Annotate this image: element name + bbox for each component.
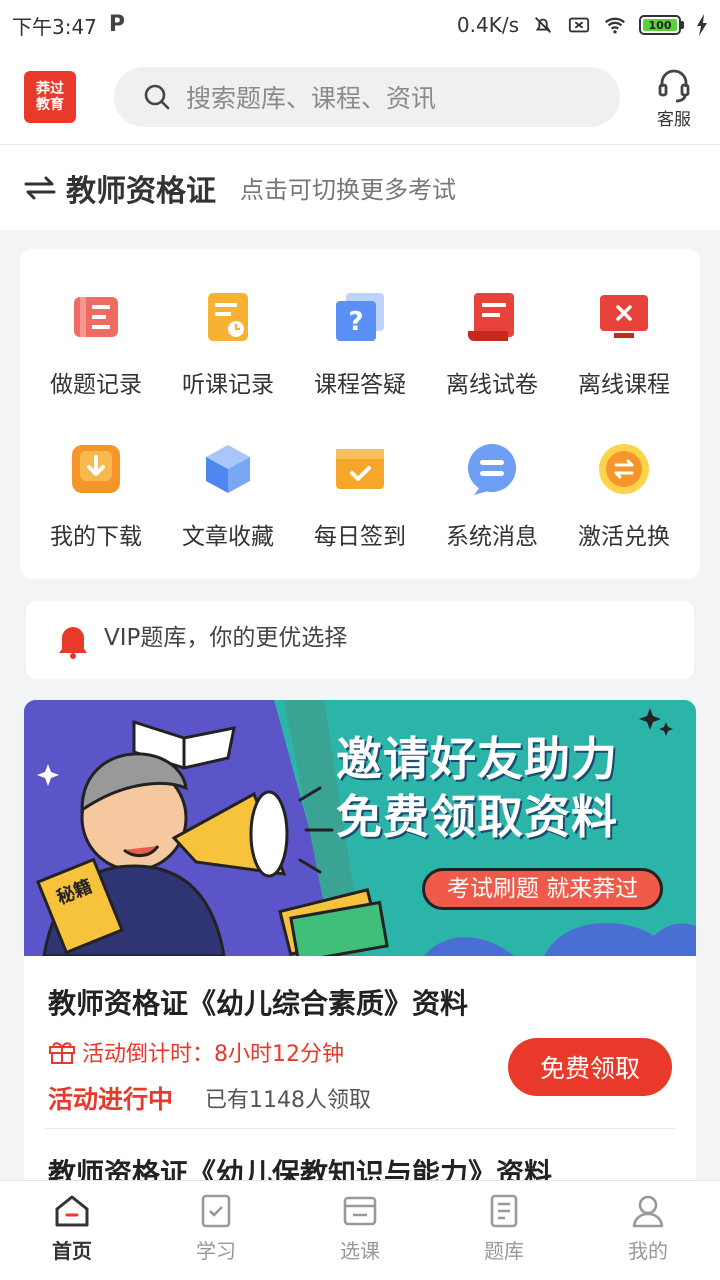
tab-courses[interactable]: 选课 bbox=[288, 1181, 432, 1280]
app-header: 莽过 教育 搜索题库、课程、资讯 客服 bbox=[0, 50, 720, 144]
feature-grid: 做题记录 听课记录 ? 课程答疑 离线试卷 离线课程 我的下载 文章收藏 每日签… bbox=[20, 249, 700, 579]
download-icon bbox=[72, 445, 120, 493]
grid-item-download[interactable]: 我的下载 bbox=[30, 425, 162, 577]
grid-item-activate-exchange[interactable]: 激活兑换 bbox=[558, 425, 690, 577]
wifi-icon bbox=[605, 17, 625, 34]
activity-card: 秘籍 邀请好友助力 免费领取资料 考试刷题 就来莽过 教师资格证《幼儿综合素质》… bbox=[24, 700, 696, 1260]
search-placeholder: 搜索题库、课程、资讯 bbox=[186, 84, 437, 113]
grid-item-offline-paper[interactable]: 离线试卷 bbox=[426, 273, 558, 425]
search-icon bbox=[144, 84, 170, 110]
claimed-count: 已有1148人领取 bbox=[205, 1088, 372, 1113]
grid-item-offline-course[interactable]: 离线课程 bbox=[558, 273, 690, 425]
promo-banner[interactable]: 秘籍 邀请好友助力 免费领取资料 考试刷题 就来莽过 bbox=[24, 700, 696, 956]
offline-paper-icon bbox=[468, 293, 514, 341]
study-icon bbox=[201, 1194, 231, 1228]
bell-icon bbox=[59, 627, 87, 659]
lecture-record-icon bbox=[208, 293, 248, 341]
banner-slogan: 考试刷题 就来莽过 bbox=[422, 868, 664, 910]
question-bank-icon bbox=[490, 1194, 518, 1228]
gift-icon bbox=[49, 1042, 75, 1064]
grid-item-lecture-record[interactable]: 听课记录 bbox=[162, 273, 294, 425]
banner-title: 邀请好友助力 免费领取资料 bbox=[336, 732, 618, 844]
tab-home[interactable]: 首页 bbox=[0, 1181, 144, 1280]
tab-study[interactable]: 学习 bbox=[144, 1181, 288, 1280]
daily-checkin-icon bbox=[336, 449, 384, 489]
bottom-tab-bar: 首页 学习 选课 题库 我的 bbox=[0, 1180, 720, 1280]
divider bbox=[44, 1128, 676, 1129]
tab-mine[interactable]: 我的 bbox=[576, 1181, 720, 1280]
sim-off-icon bbox=[568, 17, 590, 33]
system-message-icon bbox=[468, 444, 516, 495]
countdown-value: 8小时12分钟 bbox=[214, 1042, 345, 1067]
svg-text:?: ? bbox=[348, 307, 363, 337]
courses-icon bbox=[343, 1196, 377, 1226]
network-speed: 0.4K/s bbox=[456, 13, 519, 37]
customer-service-button[interactable]: 客服 bbox=[654, 65, 694, 130]
tab-question-bank[interactable]: 题库 bbox=[432, 1181, 576, 1280]
activate-exchange-icon bbox=[599, 444, 649, 494]
grid-item-favorite-articles[interactable]: 文章收藏 bbox=[162, 425, 294, 577]
app-logo: 莽过 教育 bbox=[24, 71, 76, 123]
grid-item-course-qa[interactable]: ? 课程答疑 bbox=[294, 273, 426, 425]
parking-app-icon: P bbox=[108, 12, 126, 37]
battery-level: 100 bbox=[643, 19, 677, 32]
vip-notice-text: VIP题库，你的更优选择 bbox=[104, 625, 348, 651]
countdown-label: 活动倒计时： bbox=[82, 1042, 215, 1067]
exercise-record-icon bbox=[74, 297, 118, 337]
status-time: 下午3:47 bbox=[12, 14, 97, 39]
free-claim-button[interactable]: 免费领取 bbox=[508, 1038, 672, 1096]
profile-icon bbox=[632, 1195, 664, 1228]
grid-item-exercise-record[interactable]: 做题记录 bbox=[30, 273, 162, 425]
exam-hint: 点击可切换更多考试 bbox=[240, 176, 456, 204]
grid-item-system-message[interactable]: 系统消息 bbox=[426, 425, 558, 577]
course-qa-icon: ? bbox=[336, 293, 384, 341]
activity-title: 教师资格证《幼儿综合素质》资料 bbox=[48, 987, 469, 1020]
bell-muted-icon bbox=[535, 17, 551, 33]
battery-icon: 100 bbox=[639, 15, 684, 35]
grid-item-daily-checkin[interactable]: 每日签到 bbox=[294, 425, 426, 577]
offline-course-icon bbox=[600, 295, 648, 338]
service-label: 客服 bbox=[657, 109, 691, 130]
exam-switch[interactable]: 教师资格证 点击可切换更多考试 bbox=[0, 144, 720, 230]
favorite-articles-icon bbox=[206, 445, 250, 493]
charging-icon bbox=[697, 14, 707, 36]
switch-icon bbox=[24, 176, 56, 199]
exam-title: 教师资格证 bbox=[66, 173, 216, 209]
activity-status: 活动进行中 bbox=[48, 1085, 174, 1114]
search-bar[interactable]: 搜索题库、课程、资讯 bbox=[114, 67, 620, 127]
vip-notice[interactable]: VIP题库，你的更优选择 bbox=[26, 601, 694, 679]
headset-icon bbox=[658, 69, 690, 102]
status-bar: 下午3:47 P 0.4K/s 100 bbox=[0, 0, 720, 50]
home-icon bbox=[55, 1195, 89, 1227]
